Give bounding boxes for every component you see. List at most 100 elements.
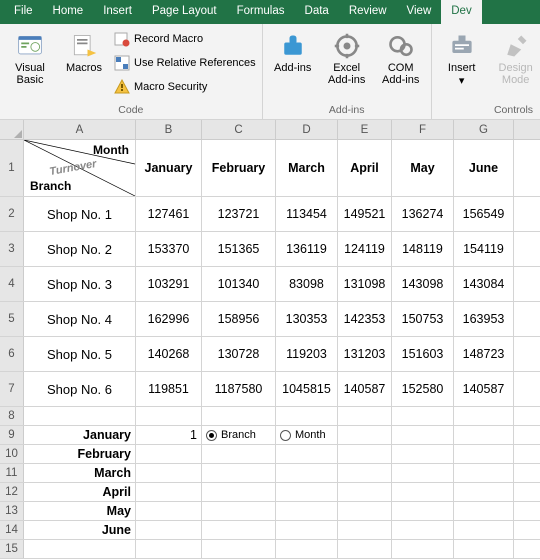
cell[interactable] (136, 407, 202, 425)
tab-page-layout[interactable]: Page Layout (142, 0, 227, 24)
cell[interactable] (454, 464, 514, 482)
cell[interactable]: 148119 (392, 232, 454, 266)
cell[interactable] (136, 445, 202, 463)
tab-developer[interactable]: Dev (441, 0, 481, 24)
col-header-d[interactable]: D (276, 120, 338, 139)
cell[interactable] (276, 521, 338, 539)
cell[interactable]: 140587 (338, 372, 392, 406)
cell-g1[interactable]: June (454, 140, 514, 196)
cell[interactable]: June (24, 521, 136, 539)
cell[interactable] (136, 521, 202, 539)
cell[interactable] (392, 502, 454, 520)
cell-b9[interactable]: 1 (136, 426, 202, 444)
cell[interactable]: 119203 (276, 337, 338, 371)
cell[interactable]: Shop No. 2 (24, 232, 136, 266)
cell-a9[interactable]: January (24, 426, 136, 444)
cell[interactable] (338, 540, 392, 558)
row-header-8[interactable]: 8 (0, 407, 24, 425)
cell[interactable] (202, 521, 276, 539)
radio-month[interactable]: Month (280, 429, 326, 441)
cell[interactable]: 140268 (136, 337, 202, 371)
cell[interactable] (24, 540, 136, 558)
tab-formulas[interactable]: Formulas (227, 0, 295, 24)
cell[interactable]: 149521 (338, 197, 392, 231)
cell-d1[interactable]: March (276, 140, 338, 196)
cell-c1[interactable]: February (202, 140, 276, 196)
cell-d9[interactable]: Month (276, 426, 338, 444)
cell[interactable] (202, 502, 276, 520)
cell[interactable]: 162996 (136, 302, 202, 336)
cell[interactable] (202, 540, 276, 558)
tab-view[interactable]: View (397, 0, 442, 24)
cell[interactable] (454, 407, 514, 425)
row-header-7[interactable]: 7 (0, 372, 24, 406)
row-header-6[interactable]: 6 (0, 337, 24, 371)
cell-b1[interactable]: January (136, 140, 202, 196)
cell[interactable] (338, 445, 392, 463)
cell[interactable]: Shop No. 1 (24, 197, 136, 231)
design-mode-button[interactable]: Design Mode (492, 28, 540, 102)
cell[interactable]: 142353 (338, 302, 392, 336)
row-header-10[interactable]: 10 (0, 445, 24, 463)
cell[interactable] (392, 445, 454, 463)
cell[interactable]: 130728 (202, 337, 276, 371)
cell[interactable] (136, 483, 202, 501)
cell[interactable] (338, 464, 392, 482)
tab-insert[interactable]: Insert (93, 0, 142, 24)
cell[interactable] (202, 464, 276, 482)
tab-file[interactable]: File (4, 0, 43, 24)
cell[interactable]: 151365 (202, 232, 276, 266)
select-all-corner[interactable] (0, 120, 24, 139)
cell[interactable] (202, 445, 276, 463)
cell[interactable]: 143098 (392, 267, 454, 301)
col-header-a[interactable]: A (24, 120, 136, 139)
col-header-c[interactable]: C (202, 120, 276, 139)
cell[interactable]: 151603 (392, 337, 454, 371)
cell[interactable]: 131098 (338, 267, 392, 301)
cell[interactable] (136, 502, 202, 520)
cell[interactable]: 148723 (454, 337, 514, 371)
cell[interactable]: Shop No. 6 (24, 372, 136, 406)
excel-addins-button[interactable]: Excel Add-ins (323, 28, 371, 102)
cell[interactable] (392, 464, 454, 482)
cell[interactable] (454, 445, 514, 463)
cell[interactable]: Shop No. 4 (24, 302, 136, 336)
cell[interactable]: 130353 (276, 302, 338, 336)
cell[interactable]: 1045815 (276, 372, 338, 406)
cell[interactable] (338, 521, 392, 539)
cell[interactable] (276, 540, 338, 558)
insert-control-button[interactable]: Insert▾ (438, 28, 486, 102)
cell[interactable]: March (24, 464, 136, 482)
cell[interactable]: 153370 (136, 232, 202, 266)
addins-button[interactable]: Add-ins (269, 28, 317, 102)
cell[interactable]: Shop No. 3 (24, 267, 136, 301)
tab-data[interactable]: Data (295, 0, 339, 24)
cell[interactable]: Shop No. 5 (24, 337, 136, 371)
cell[interactable]: 131203 (338, 337, 392, 371)
cell[interactable]: 119851 (136, 372, 202, 406)
cell[interactable] (338, 502, 392, 520)
cell[interactable] (454, 540, 514, 558)
col-header-g[interactable]: G (454, 120, 514, 139)
cell[interactable]: May (24, 502, 136, 520)
row-header-13[interactable]: 13 (0, 502, 24, 520)
cell[interactable] (276, 483, 338, 501)
cell[interactable]: 150753 (392, 302, 454, 336)
row-header-14[interactable]: 14 (0, 521, 24, 539)
cell[interactable]: 143084 (454, 267, 514, 301)
cell[interactable] (338, 483, 392, 501)
cell[interactable]: 163953 (454, 302, 514, 336)
row-header-5[interactable]: 5 (0, 302, 24, 336)
macros-button[interactable]: Macros (60, 28, 108, 102)
cell[interactable]: 158956 (202, 302, 276, 336)
record-macro-button[interactable]: Record Macro (114, 28, 256, 50)
cell[interactable]: 136274 (392, 197, 454, 231)
cell[interactable] (392, 407, 454, 425)
row-header-12[interactable]: 12 (0, 483, 24, 501)
cell[interactable] (338, 426, 392, 444)
cell[interactable] (392, 483, 454, 501)
cell[interactable]: 101340 (202, 267, 276, 301)
com-addins-button[interactable]: COM Add-ins (377, 28, 425, 102)
cell[interactable]: 113454 (276, 197, 338, 231)
col-header-e[interactable]: E (338, 120, 392, 139)
